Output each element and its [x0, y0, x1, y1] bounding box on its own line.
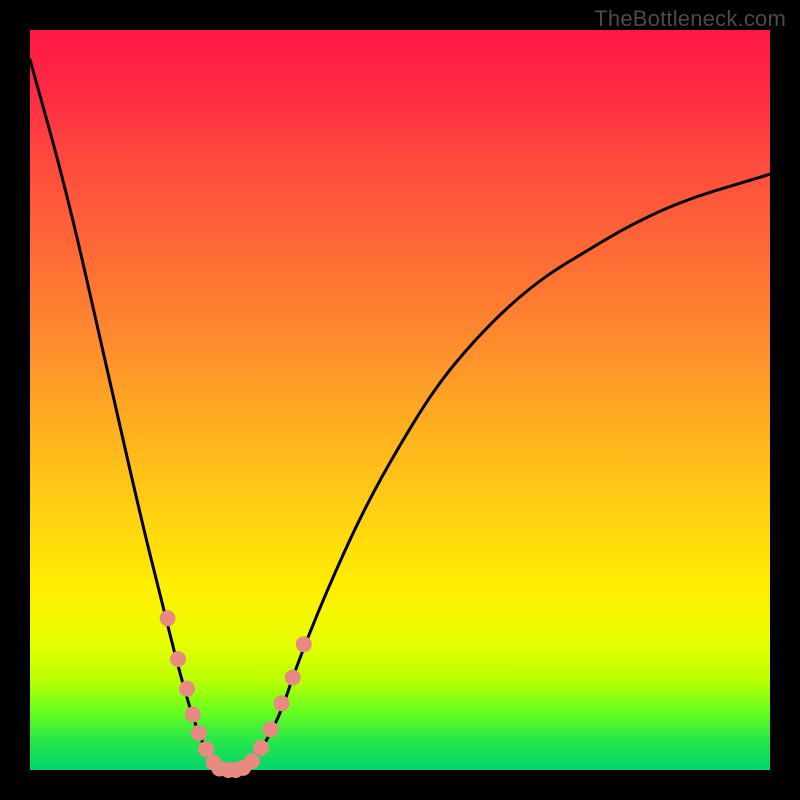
bottleneck-curve — [30, 60, 770, 770]
watermark-text: TheBottleneck.com — [594, 6, 786, 32]
highlight-dot — [253, 740, 269, 756]
highlight-dots-group — [160, 610, 312, 778]
highlight-dot — [285, 670, 301, 686]
chart-frame: TheBottleneck.com — [0, 0, 800, 800]
highlight-dot — [244, 753, 260, 769]
chart-svg — [30, 30, 770, 770]
highlight-dot — [160, 610, 176, 626]
highlight-dot — [296, 636, 312, 652]
highlight-dot — [274, 695, 290, 711]
highlight-dot — [185, 707, 201, 723]
highlight-dot — [263, 721, 279, 737]
highlight-dot — [191, 725, 207, 741]
highlight-dot — [179, 681, 195, 697]
plot-area — [30, 30, 770, 770]
highlight-dot — [170, 651, 186, 667]
